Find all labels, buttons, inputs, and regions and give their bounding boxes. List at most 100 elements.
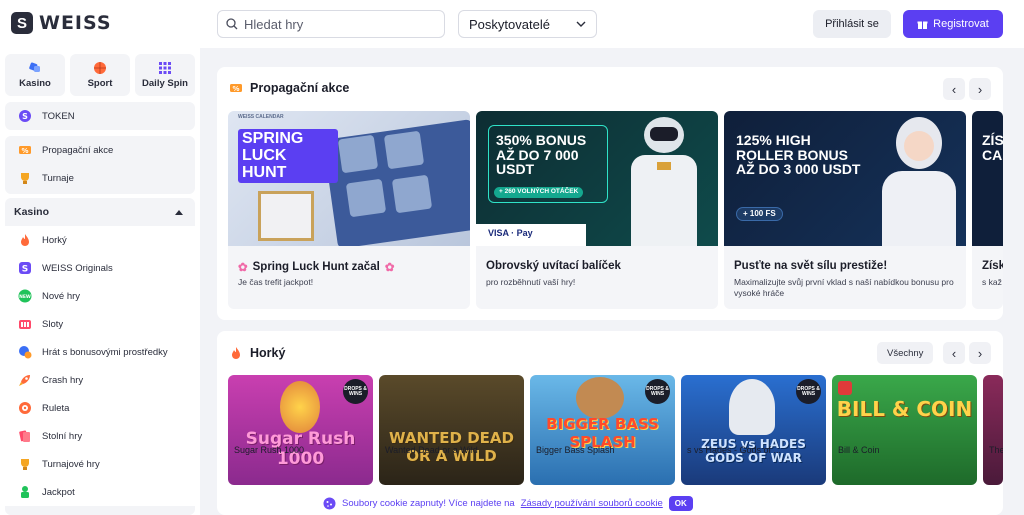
promotions-prev-button[interactable]: ‹ bbox=[943, 78, 965, 100]
sidebar-item-originals[interactable]: S WEISS Originals bbox=[5, 254, 195, 282]
sidebar-item-label: Turnaje bbox=[42, 172, 74, 184]
hot-prev-button[interactable]: ‹ bbox=[943, 342, 965, 364]
view-all-button[interactable]: Všechny bbox=[877, 342, 934, 364]
promo-banner-text: 125% HIGH ROLLER BONUS AŽ DO 3 000 USDT bbox=[736, 132, 861, 178]
token-card[interactable]: S TOKEN bbox=[5, 102, 195, 130]
hot-games-header: Horký bbox=[229, 346, 285, 360]
tile-kasino[interactable]: Kasino bbox=[5, 54, 65, 96]
sidebar-item-jackpot[interactable]: Jackpot bbox=[5, 478, 195, 506]
sidebar-item-label: Turnajové hry bbox=[42, 458, 100, 470]
brand-logo[interactable]: S WEISS bbox=[11, 12, 112, 34]
trophy-icon bbox=[18, 457, 32, 471]
sidebar-item-label: Horký bbox=[42, 234, 67, 246]
cookie-text: Soubory cookie zapnuty! Více najdete na bbox=[342, 497, 515, 509]
promo-card: % Propagační akce Turnaje bbox=[5, 136, 195, 194]
game-label: Wanted Dead or a Wild bbox=[385, 445, 478, 455]
sidebar-item-tournament-games[interactable]: Turnajové hry bbox=[5, 450, 195, 478]
promo-banner-small: WEISS CALENDAR bbox=[238, 114, 284, 120]
sidebar-item-roulette[interactable]: Ruleta bbox=[5, 394, 195, 422]
game-card-wanted[interactable]: WANTED DEAD OR A WILD bbox=[379, 375, 524, 485]
game-card-sugar-rush[interactable]: Sugar Rush 1000 DROPS & WINS bbox=[228, 375, 373, 485]
sidebar-item-token[interactable]: S TOKEN bbox=[5, 102, 195, 130]
chevron-right-icon: › bbox=[977, 345, 983, 361]
search-box[interactable] bbox=[217, 10, 445, 38]
game-card-bigger-bass[interactable]: BIGGER BASS SPLASH DROPS & WINS bbox=[530, 375, 675, 485]
sidebar-item-label: Sloty bbox=[42, 318, 64, 330]
promo-tag-icon: % bbox=[18, 143, 32, 157]
promo-card-welcome[interactable]: 350% BONUS AŽ DO 7 000 USDT + 260 VOLNÝC… bbox=[476, 111, 718, 309]
game-label: Bigger Bass Splash bbox=[536, 445, 615, 455]
login-button[interactable]: Přihlásit se bbox=[813, 10, 891, 38]
sidebar-item-promotions[interactable]: % Propagační akce bbox=[5, 136, 195, 164]
jackpot-icon bbox=[18, 485, 32, 499]
providers-select[interactable]: Poskytovatelé bbox=[458, 10, 597, 38]
gift-icon bbox=[917, 21, 928, 29]
sidebar-item-bonus-games[interactable]: Hrát s bonusovými prostředky bbox=[5, 338, 195, 366]
promo-card-partial[interactable]: ZÍS CA Získ s kaž bbox=[972, 111, 1003, 309]
register-label: Registrovat bbox=[933, 18, 989, 30]
promo-card-spring-luck-hunt[interactable]: WEISS CALENDAR SPRING LUCK HUNT ✿ Spring… bbox=[228, 111, 470, 309]
tile-sport[interactable]: Sport bbox=[70, 54, 130, 96]
flower-icon: ✿ bbox=[384, 262, 395, 274]
sidebar-item-tournaments[interactable]: Turnaje bbox=[5, 164, 195, 192]
search-input[interactable] bbox=[244, 16, 434, 32]
game-label: s vs Hades - Gods of ... bbox=[687, 445, 782, 455]
sidebar-item-label: Stolní hry bbox=[42, 430, 83, 442]
sidebar-item-new-games[interactable]: NEW Nové hry bbox=[5, 282, 195, 310]
tile-label: Sport bbox=[87, 78, 113, 89]
sidebar-item-label: Ruleta bbox=[42, 402, 70, 414]
sidebar-item-table-games[interactable]: Stolní hry bbox=[5, 422, 195, 450]
svg-text:NEW: NEW bbox=[19, 294, 31, 300]
sidebar-top-tiles: Kasino Sport Daily Spin bbox=[5, 54, 195, 96]
slot-icon bbox=[18, 317, 32, 331]
weiss-logo-icon: S bbox=[11, 12, 33, 34]
roulette-icon bbox=[18, 401, 32, 415]
promo-card-desc: Maximalizujte svůj první vklad s naší na… bbox=[734, 277, 954, 298]
sidebar-item-crash[interactable]: Crash hry bbox=[5, 366, 195, 394]
promotions-title: Propagační akce bbox=[250, 81, 350, 95]
gift-box-graphic bbox=[258, 191, 314, 241]
promo-card-title-text: Spring Luck Hunt začal bbox=[252, 261, 380, 273]
sidebar-item-hot[interactable]: Horký bbox=[5, 226, 195, 254]
promotions-next-button[interactable]: › bbox=[969, 78, 991, 100]
drops-wins-badge: DROPS & WINS bbox=[645, 379, 670, 404]
promo-card-title: Pusťte na svět sílu prestiže! bbox=[734, 260, 888, 272]
game-art-title: BILL & COIN bbox=[836, 397, 973, 421]
svg-text:S: S bbox=[22, 265, 28, 275]
tile-label: Daily Spin bbox=[142, 78, 188, 89]
token-icon: S bbox=[18, 109, 32, 123]
chevron-left-icon: ‹ bbox=[951, 81, 957, 97]
promo-banner: 350% BONUS AŽ DO 7 000 USDT + 260 VOLNÝC… bbox=[476, 111, 718, 246]
sidebar-item-label: TOKEN bbox=[42, 110, 75, 122]
game-card-zeus-vs-hades[interactable]: ZEUS vs HADES GODS OF WAR DROPS & WINS bbox=[681, 375, 826, 485]
promo-card-desc: s kaž bbox=[982, 277, 1002, 287]
sidebar-item-label: Crash hry bbox=[42, 374, 84, 386]
cookie-icon bbox=[323, 497, 336, 509]
promo-card-desc: Je čas trefit jackpot! bbox=[238, 277, 314, 287]
cookie-policy-link[interactable]: Zásady používání souborů cookie bbox=[521, 498, 663, 509]
hot-games-panel: Horký Všechny ‹ › Sugar Rush 1000 DROPS … bbox=[217, 331, 1003, 515]
tile-label: Kasino bbox=[19, 78, 51, 89]
promo-card-high-roller[interactable]: 125% HIGH ROLLER BONUS AŽ DO 3 000 USDT … bbox=[724, 111, 966, 309]
register-button[interactable]: Registrovat bbox=[903, 10, 1003, 38]
tile-daily-spin[interactable]: Daily Spin bbox=[135, 54, 195, 96]
drops-wins-badge: DROPS & WINS bbox=[796, 379, 821, 404]
promo-banner-text: ZÍS CA bbox=[982, 132, 1003, 163]
promo-banner-text: 350% BONUS AŽ DO 7 000 USDT bbox=[496, 132, 587, 178]
sidebar-item-slots[interactable]: Sloty bbox=[5, 310, 195, 338]
cookie-ok-button[interactable]: OK bbox=[668, 495, 693, 511]
bonus-icon bbox=[18, 345, 32, 359]
kasino-section-header[interactable]: Kasino bbox=[5, 198, 195, 226]
game-card-bill-coin[interactable]: BILL & COIN bbox=[832, 375, 977, 485]
sidebar-item-label: Jackpot bbox=[42, 486, 75, 498]
game-label: The bbox=[989, 445, 1003, 455]
chevron-up-icon bbox=[175, 209, 183, 215]
hot-next-button[interactable]: › bbox=[969, 342, 991, 364]
svg-text:%: % bbox=[232, 85, 239, 93]
game-card-partial[interactable] bbox=[983, 375, 1003, 485]
spin-grid-icon bbox=[159, 62, 171, 74]
casino-icon bbox=[29, 62, 40, 72]
game-label: Sugar Rush 1000 bbox=[234, 445, 305, 455]
trophy-icon bbox=[18, 171, 32, 185]
kasino-section: Kasino Horký S WEISS Originals NEW Nové … bbox=[5, 198, 195, 515]
